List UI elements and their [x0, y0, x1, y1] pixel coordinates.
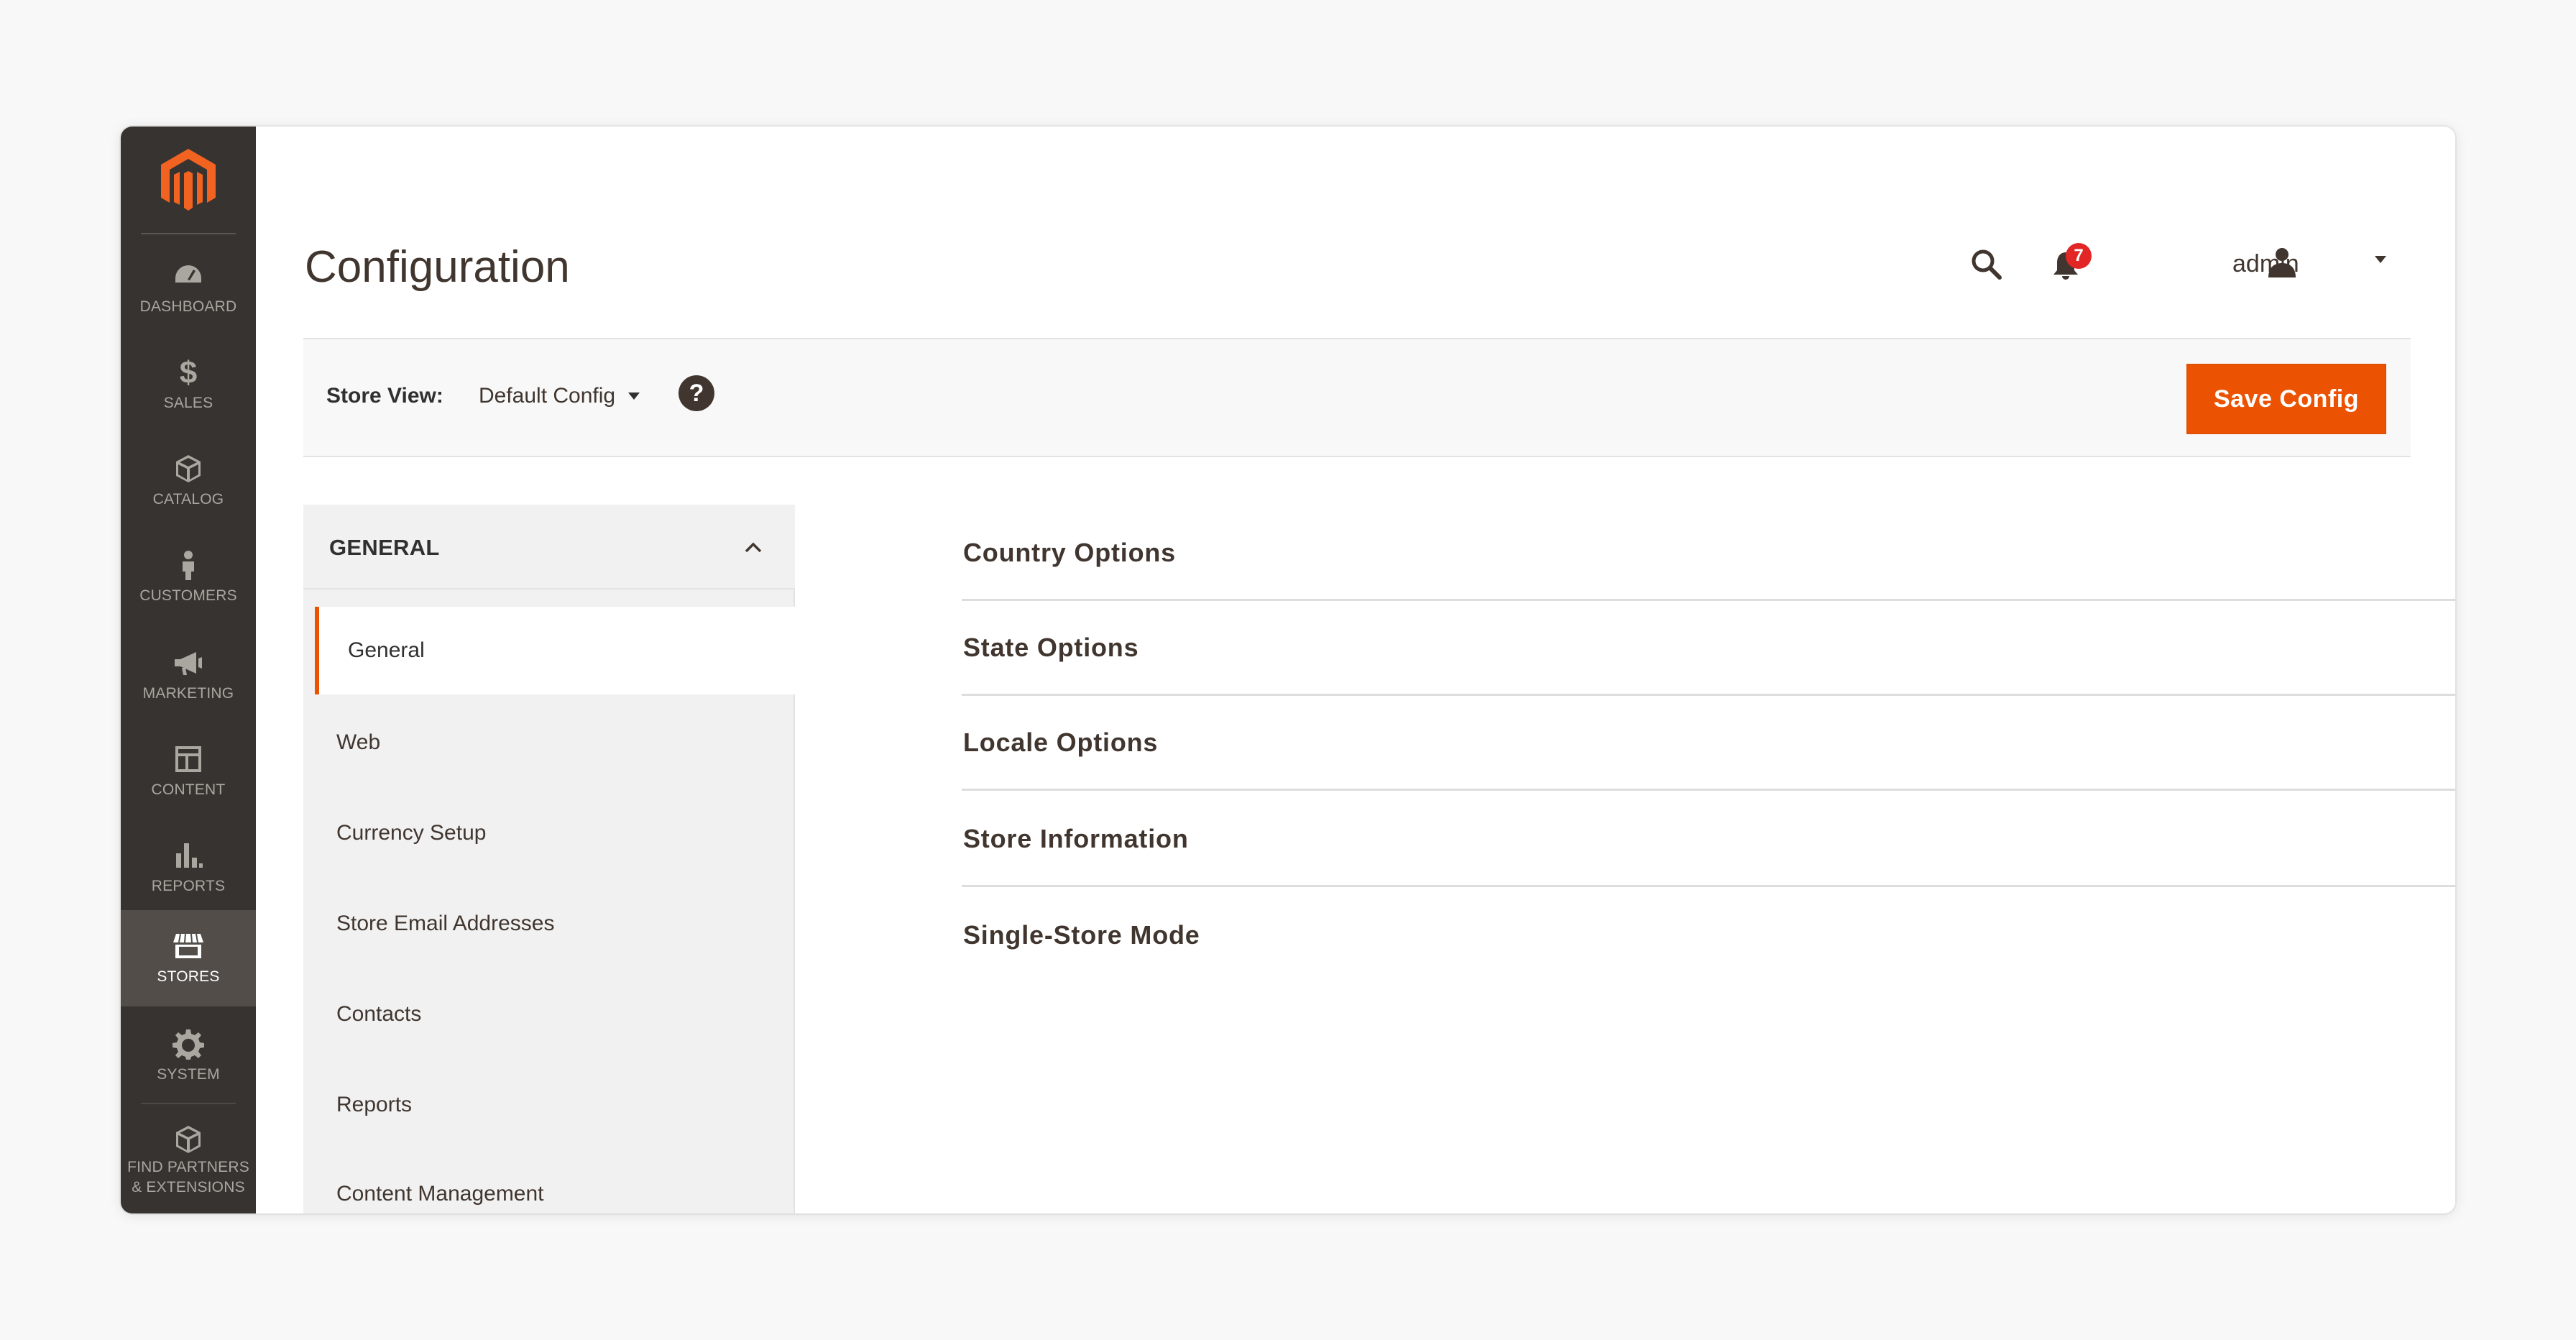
page-title: Configuration: [305, 242, 570, 292]
store-view-label: Store View:: [326, 384, 443, 408]
bar-chart-icon: [176, 843, 203, 868]
nav-label: DASHBOARD: [139, 298, 237, 315]
admin-sidebar: DASHBOARD $ SALES CATALOG CUSTOMERS MARK…: [121, 127, 256, 1213]
chevron-up-icon: [745, 542, 762, 553]
partners-box-icon: [176, 1126, 201, 1153]
nav-system[interactable]: SYSTEM: [121, 1008, 256, 1104]
section-single-store-mode[interactable]: Single-Store Mode: [962, 889, 2455, 983]
save-config-button[interactable]: Save Config: [2186, 364, 2386, 434]
content-layout-icon: [175, 746, 201, 772]
section-title: Locale Options: [963, 728, 1159, 757]
nav-sales[interactable]: $ SALES: [121, 336, 256, 433]
tab-item-general[interactable]: General: [315, 607, 795, 694]
store-view-bar: Store View: Default Config ? Save Config: [303, 338, 2411, 457]
catalog-box-icon: [176, 455, 201, 482]
dollar-icon: $: [180, 356, 197, 389]
gear-icon: [172, 1029, 204, 1060]
nav-marketing[interactable]: MARKETING: [121, 627, 256, 723]
nav-label: SYSTEM: [157, 1066, 220, 1083]
nav-stores[interactable]: STORES: [121, 910, 256, 1006]
nav-reports[interactable]: REPORTS: [121, 820, 256, 916]
tab-item-reports[interactable]: Reports: [303, 1061, 795, 1149]
help-icon[interactable]: ?: [678, 375, 714, 411]
nav-label: & EXTENSIONS: [132, 1179, 245, 1196]
svg-text:$: $: [180, 356, 197, 389]
nav-label: SALES: [163, 395, 213, 411]
tab-item-content-management[interactable]: Content Management: [303, 1150, 795, 1213]
nav-find-partners[interactable]: FIND PARTNERS & EXTENSIONS: [121, 1110, 256, 1211]
tab-item-currency-setup[interactable]: Currency Setup: [303, 789, 795, 877]
nav-label: CATALOG: [152, 491, 224, 508]
section-title: State Options: [963, 633, 1139, 662]
nav-label: STORES: [157, 968, 220, 985]
tab-group-general[interactable]: GENERAL: [303, 505, 795, 589]
logo-divider: [141, 233, 236, 234]
nav-catalog[interactable]: CATALOG: [121, 433, 256, 529]
tab-item-store-email-addresses[interactable]: Store Email Addresses: [303, 880, 795, 968]
magento-logo[interactable]: [121, 127, 256, 234]
search-icon[interactable]: [1969, 247, 2002, 280]
nav-content[interactable]: CONTENT: [121, 723, 256, 820]
nav-label: REPORTS: [151, 878, 226, 894]
notification-count-badge[interactable]: 7: [2066, 243, 2092, 269]
megaphone-icon: [175, 652, 202, 675]
dashboard-icon: [175, 265, 201, 283]
section-title: Country Options: [963, 538, 1176, 567]
chevron-down-icon[interactable]: [2375, 256, 2386, 263]
tab-item-web[interactable]: Web: [303, 699, 795, 786]
customer-person-icon: [183, 551, 194, 580]
nav-divider: [141, 1103, 236, 1104]
store-view-selected: Default Config: [479, 384, 616, 408]
section-locale-options[interactable]: Locale Options: [962, 696, 2455, 791]
nav-customers[interactable]: CUSTOMERS: [121, 529, 256, 625]
store-view-switcher[interactable]: Default Config: [479, 384, 640, 408]
nav-label: CUSTOMERS: [139, 587, 237, 604]
section-state-options[interactable]: State Options: [962, 601, 2455, 696]
section-store-information[interactable]: Store Information: [962, 792, 2455, 887]
tab-group-title: GENERAL: [329, 535, 440, 560]
config-tabs-panel: GENERAL General Web Currency Setup Store…: [303, 505, 795, 1213]
section-title: Single-Store Mode: [963, 920, 1200, 950]
admin-username[interactable]: admin: [2232, 250, 2299, 278]
nav-label: MARKETING: [142, 685, 234, 702]
chevron-down-icon: [628, 393, 640, 400]
section-title: Store Information: [963, 824, 1189, 853]
nav-label: FIND PARTNERS: [127, 1159, 249, 1175]
nav-dashboard[interactable]: DASHBOARD: [121, 240, 256, 336]
storefront-icon: [173, 933, 203, 958]
admin-window: DASHBOARD $ SALES CATALOG CUSTOMERS MARK…: [121, 127, 2455, 1213]
magento-logo-icon: [161, 149, 216, 211]
section-country-options[interactable]: Country Options: [962, 506, 2455, 601]
tab-item-contacts[interactable]: Contacts: [303, 970, 795, 1058]
nav-label: CONTENT: [151, 781, 226, 798]
